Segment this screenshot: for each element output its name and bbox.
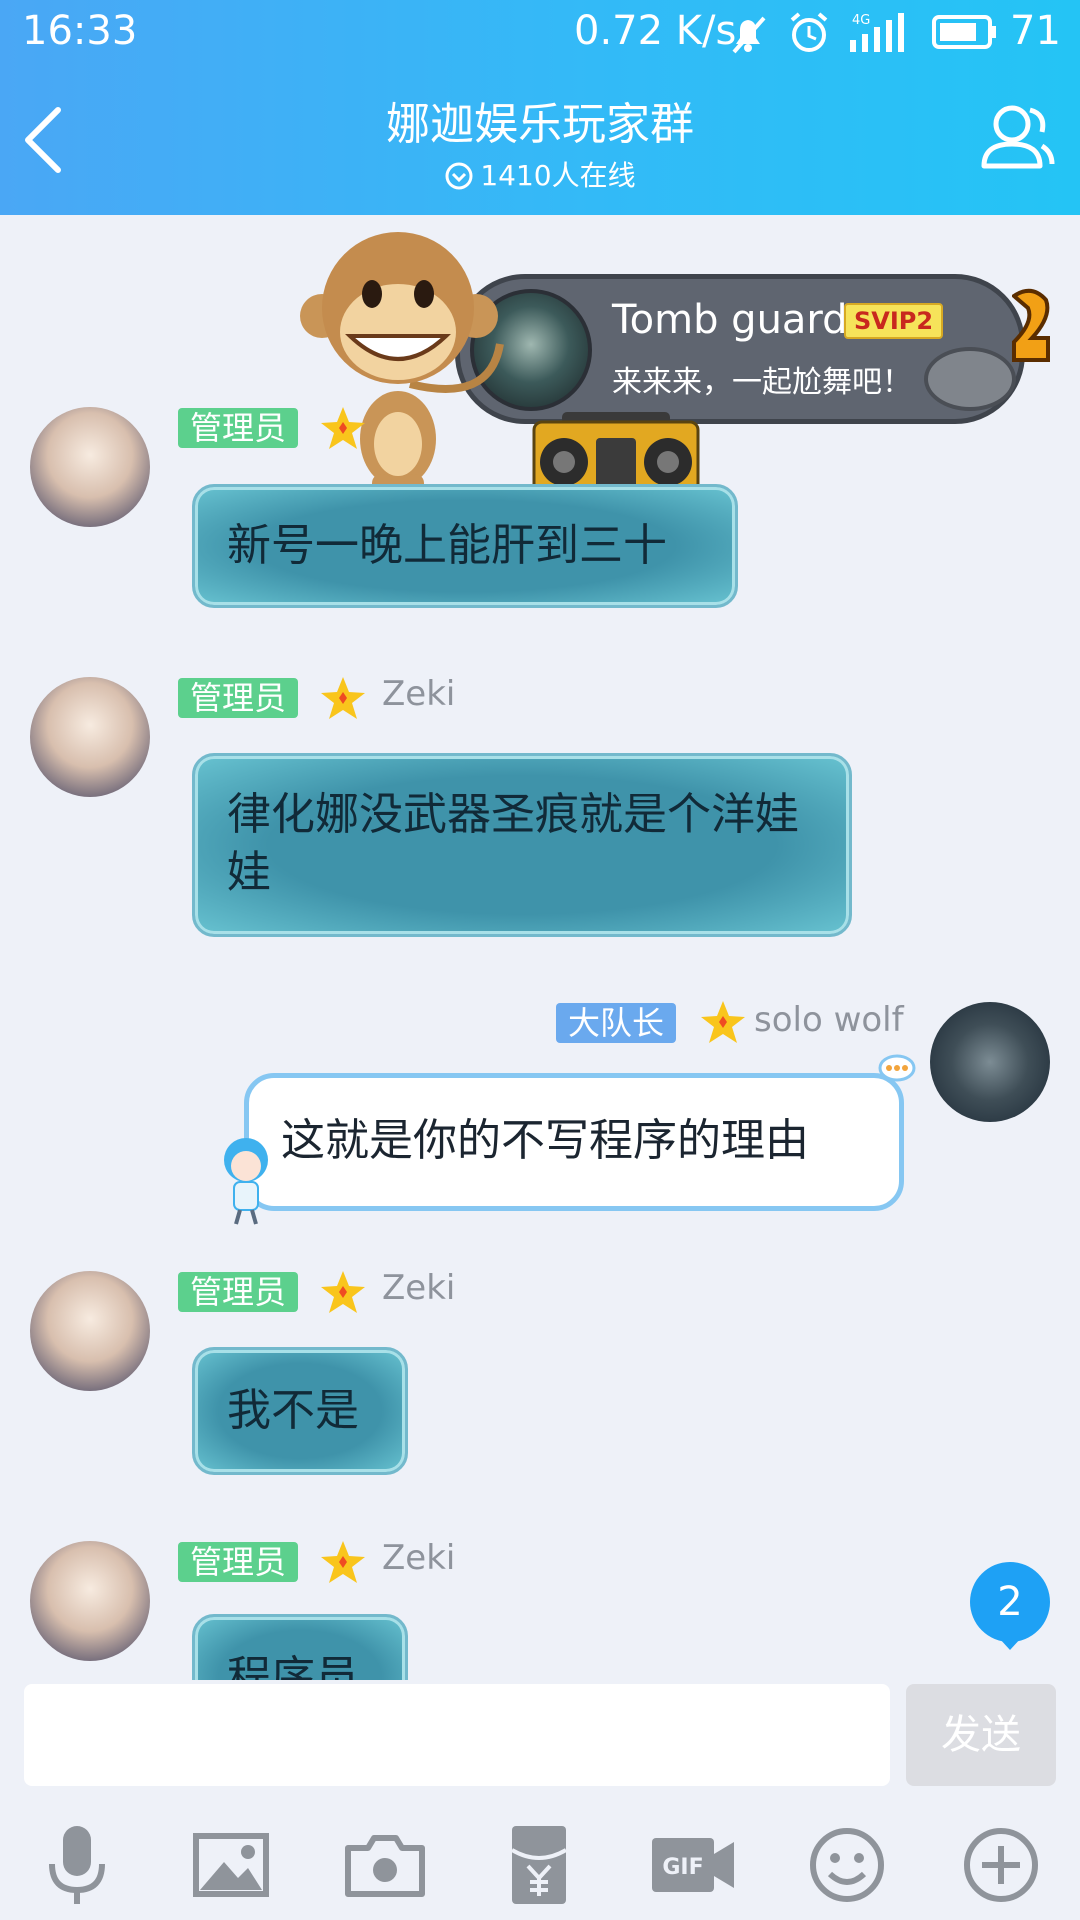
speaker-decoration	[924, 347, 1016, 411]
battery-level: 71	[1010, 8, 1061, 54]
admin-badge: 管理员	[178, 1272, 299, 1312]
status-bar: 16:33 0.72 K/s 4G 71	[0, 0, 1080, 68]
admin-badge: 管理员	[178, 1542, 299, 1582]
star-icon	[701, 1001, 745, 1043]
network-speed: 0.72 K/s	[574, 8, 737, 54]
message-input[interactable]	[24, 1684, 890, 1786]
message-text: 这就是你的不写程序的理由	[281, 1115, 809, 1166]
mute-icon	[732, 16, 766, 54]
online-count-text: 1410人在线	[480, 159, 636, 192]
network-type: 4G	[852, 13, 870, 28]
gif-icon[interactable]: GIF	[648, 1820, 738, 1910]
microphone-icon[interactable]	[32, 1820, 122, 1910]
sender-avatar[interactable]	[30, 677, 150, 797]
admin-badge: 管理员	[178, 678, 299, 718]
sender-nick: Zeki	[382, 1268, 456, 1308]
entry-banner: Tomb guard SVIP2 来来来，一起尬舞吧！	[455, 274, 1025, 424]
message-text: 程序员	[227, 1652, 359, 1680]
sender-avatar[interactable]	[30, 1541, 150, 1661]
sender-avatar[interactable]	[930, 1002, 1050, 1122]
svip-badge: SVIP2	[844, 303, 944, 339]
sender-avatar[interactable]	[30, 1271, 150, 1391]
emoji-icon[interactable]	[802, 1820, 892, 1910]
monkey-sticker	[300, 232, 504, 514]
message-text: 我不是	[227, 1385, 359, 1436]
battery-icon	[932, 15, 996, 49]
message-bubble[interactable]: 程序员	[192, 1614, 408, 1680]
captain-badge: 大队长	[556, 1003, 677, 1043]
sender-nick: Zeki	[382, 1538, 456, 1578]
sender-avatar[interactable]	[30, 407, 150, 527]
speech-dots-decoration	[878, 1054, 916, 1082]
plus-icon[interactable]	[956, 1820, 1046, 1910]
group-title: 娜迦娱乐玩家群	[386, 99, 694, 150]
banner-text: 来来来，一起尬舞吧！	[612, 365, 912, 400]
signal-icon: 4G	[850, 13, 904, 52]
send-button[interactable]: 发送	[906, 1684, 1056, 1786]
unread-count-badge[interactable]: 2	[970, 1562, 1050, 1642]
unread-badge-tail	[999, 1638, 1021, 1650]
status-time: 16:33	[22, 8, 138, 54]
svg-text:GIF: GIF	[662, 1855, 703, 1880]
message-text: 律化娜没武器圣痕就是个洋娃娃	[227, 789, 799, 898]
message-bubble[interactable]: 这就是你的不写程序的理由	[244, 1073, 904, 1211]
red-packet-icon[interactable]	[494, 1820, 584, 1910]
star-icon	[321, 407, 365, 449]
camera-icon[interactable]	[340, 1820, 430, 1910]
alarm-icon	[790, 12, 828, 52]
group-members-icon[interactable]	[976, 98, 1056, 178]
image-icon[interactable]	[186, 1820, 276, 1910]
dropdown-circle-icon	[445, 162, 473, 190]
sender-nick: Zeki	[382, 674, 456, 714]
anime-girl-sticker	[224, 1138, 268, 1225]
message-text: 新号一晚上能肝到三十	[227, 520, 667, 571]
star-icon	[321, 677, 365, 719]
message-bubble[interactable]: 新号一晚上能肝到三十	[192, 484, 738, 608]
admin-badge: 管理员	[178, 408, 299, 448]
message-clip: 程序员	[192, 1614, 408, 1680]
message-bubble[interactable]: 我不是	[192, 1347, 408, 1475]
level-number-decoration	[1012, 288, 1050, 362]
star-icon	[321, 1271, 365, 1313]
chat-header: 16:33 0.72 K/s 4G 71 娜迦娱乐玩家群 1410人在线	[0, 0, 1080, 215]
star-icon	[321, 1541, 365, 1583]
online-count[interactable]: 1410人在线	[0, 154, 1080, 194]
banner-name: Tomb guard	[612, 297, 848, 343]
sender-nick: solo wolf	[754, 1000, 904, 1040]
message-bubble[interactable]: 律化娜没武器圣痕就是个洋娃娃	[192, 753, 852, 937]
